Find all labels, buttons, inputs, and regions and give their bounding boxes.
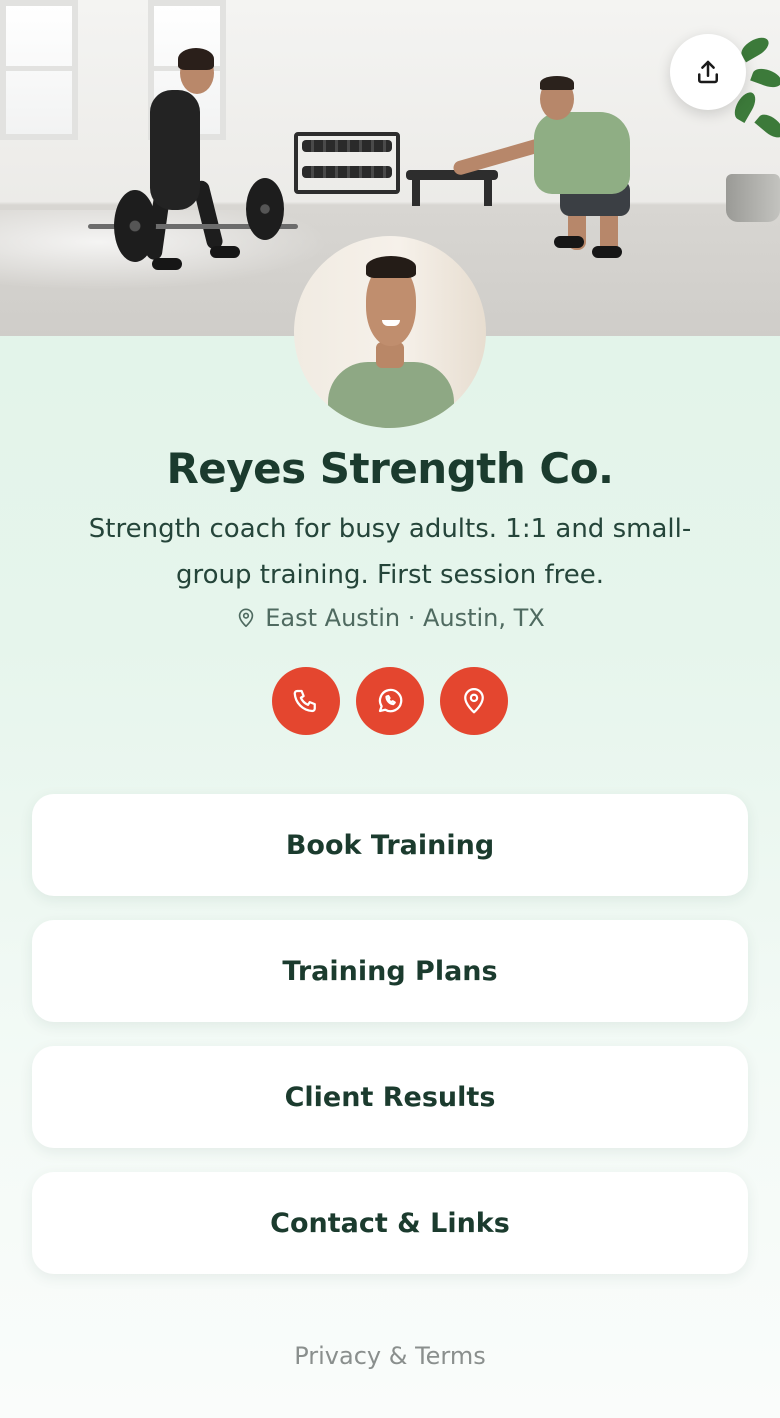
share-upload-icon (698, 60, 718, 84)
avatar-hair (366, 256, 416, 278)
shoe (152, 258, 182, 270)
profile-bio: Strength coach for busy adults. 1:1 and … (88, 514, 692, 590)
map-pin-icon (464, 688, 484, 714)
shoe (554, 236, 584, 248)
client-results-button[interactable]: Client Results (32, 1046, 748, 1148)
profile-name: Reyes Strength Co. (166, 444, 614, 493)
avatar (294, 236, 486, 428)
location-text: East Austin · Austin, TX (265, 604, 545, 632)
map-button[interactable] (440, 667, 508, 735)
athlete-hair (178, 48, 214, 70)
training-plans-button[interactable]: Training Plans (32, 920, 748, 1022)
coach-arm (451, 137, 545, 177)
phone-icon (293, 689, 316, 713)
dumbbell-rack (294, 132, 400, 194)
contact-links-button[interactable]: Contact & Links (32, 1172, 748, 1274)
plant-leaf (754, 110, 780, 142)
barbell-plate (114, 190, 156, 262)
window (0, 0, 78, 140)
shoe (592, 246, 622, 258)
share-button[interactable] (670, 34, 746, 110)
barbell-plate (246, 178, 284, 240)
link-list: Book Training Training Plans Client Resu… (32, 794, 748, 1274)
book-training-button[interactable]: Book Training (32, 794, 748, 896)
plant-pot (726, 174, 780, 222)
bench (406, 170, 498, 206)
avatar-shirt (328, 362, 454, 428)
privacy-terms-link[interactable]: Privacy & Terms (0, 1342, 780, 1370)
whatsapp-button[interactable] (356, 667, 424, 735)
action-buttons (0, 667, 780, 735)
coach-torso (534, 112, 630, 194)
map-pin-icon (238, 608, 254, 628)
phone-button[interactable] (272, 667, 340, 735)
coach-hair (540, 76, 574, 90)
athlete-body (150, 90, 200, 210)
whatsapp-icon (378, 688, 403, 713)
plant-leaf (750, 65, 780, 91)
location: East Austin · Austin, TX (0, 604, 780, 632)
shoe (210, 246, 240, 258)
